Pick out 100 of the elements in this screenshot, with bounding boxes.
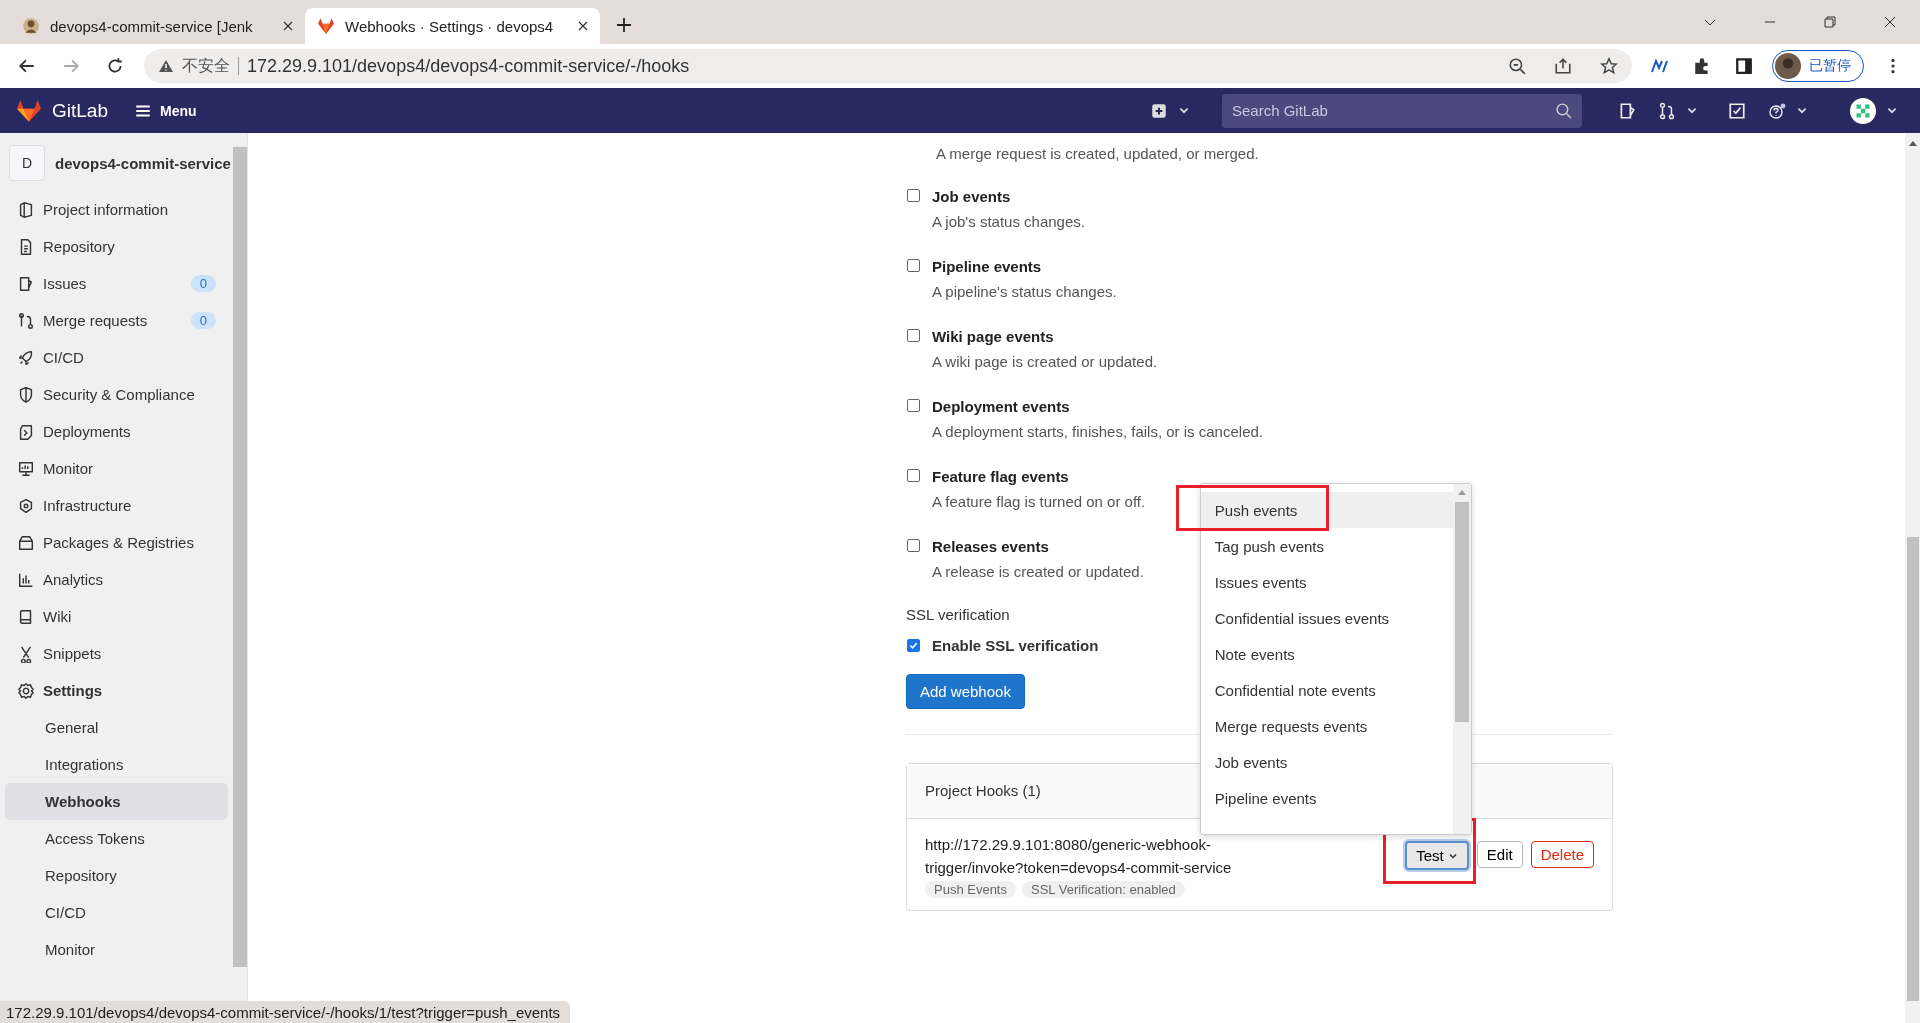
side-panel-icon[interactable]	[1734, 57, 1754, 75]
extension-logo-icon[interactable]	[1650, 57, 1670, 75]
hook-url: http://172.29.9.101:8080/generic-webhook-trigger/invoke?token=devops4-commit-service	[925, 835, 1233, 878]
sidebar-item[interactable]: CI/CD	[5, 339, 228, 376]
section-title: SSL verification	[906, 606, 1010, 623]
sidebar-item[interactable]: Deployments	[5, 413, 228, 450]
dropdown-item[interactable]: Push events	[1200, 492, 1453, 528]
event-label[interactable]: Deployment events	[932, 396, 1263, 417]
sidebar-subitem[interactable]: Webhooks	[5, 783, 228, 820]
close-tab-icon[interactable]	[578, 21, 588, 31]
project-name[interactable]: devops4-commit-service	[55, 154, 231, 172]
deployment-icon	[17, 422, 35, 441]
sidebar-item[interactable]: Monitor	[5, 450, 228, 487]
event-label[interactable]: Pipeline events	[932, 256, 1117, 277]
zoom-out-icon[interactable]	[1508, 57, 1526, 75]
sidebar-subitem[interactable]: Access Tokens	[5, 820, 228, 857]
dropdown-item[interactable]: Tag push events	[1200, 528, 1453, 564]
sidebar-subitem[interactable]: Integrations	[5, 746, 228, 783]
count-badge: 0	[190, 312, 216, 329]
add-webhook-button[interactable]: Add webhook	[906, 674, 1025, 709]
cloud-hex-icon	[17, 496, 35, 515]
sidebar-item[interactable]: Security & Compliance	[5, 376, 228, 413]
sidebar-item[interactable]: Packages & Registries	[5, 524, 228, 561]
dropdown-item[interactable]: Job events	[1200, 744, 1453, 780]
sidebar-item[interactable]: Repository	[5, 228, 228, 265]
restore-icon[interactable]	[1822, 14, 1838, 30]
card-title: Project Hooks (1)	[925, 782, 1041, 799]
close-icon[interactable]	[1882, 14, 1898, 30]
star-icon[interactable]	[1600, 57, 1618, 75]
help-icon[interactable]	[1768, 101, 1786, 120]
checkbox[interactable]	[907, 399, 920, 412]
project-avatar[interactable]: D	[9, 145, 45, 181]
tag: SSL Verification: enabled	[1022, 881, 1185, 898]
sidebar-item[interactable]: Wiki	[5, 598, 228, 635]
sidebar-subitem[interactable]: General	[5, 709, 228, 746]
checkbox-label[interactable]: Enable SSL verification	[932, 637, 1099, 654]
browser-tab[interactable]: Webhooks · Settings · devops4	[305, 8, 600, 44]
sidebar-item[interactable]: Analytics	[5, 561, 228, 598]
edit-button[interactable]: Edit	[1476, 841, 1523, 868]
merge-request-icon[interactable]	[1658, 101, 1676, 120]
avatar-icon[interactable]	[1850, 97, 1876, 124]
count-badge: 0	[190, 275, 216, 292]
sidebar-item[interactable]: Settings	[5, 672, 228, 709]
checkbox[interactable]	[907, 189, 920, 202]
close-tab-icon[interactable]	[283, 21, 293, 31]
sidebar-subitem[interactable]: CI/CD	[5, 894, 228, 931]
checkbox[interactable]	[907, 259, 920, 272]
dropdown-item[interactable]: Note events	[1200, 636, 1453, 672]
shield-icon	[17, 385, 35, 404]
sidebar-item[interactable]: Issues 0	[5, 265, 228, 302]
brand-name[interactable]: GitLab	[52, 99, 108, 122]
todo-check-icon[interactable]	[1728, 101, 1746, 120]
sidebar-item[interactable]: Project information	[5, 191, 228, 228]
fox-logo-icon[interactable]	[16, 98, 42, 123]
event-label[interactable]: Feature flag events	[932, 466, 1146, 487]
issue-icon	[17, 274, 35, 293]
event-label[interactable]: Job events	[932, 186, 1085, 207]
issue-icon[interactable]	[1618, 101, 1636, 120]
test-dropdown-button[interactable]: Test	[1405, 841, 1469, 870]
checkbox[interactable]	[907, 329, 920, 342]
scrollbar[interactable]	[1905, 133, 1920, 1023]
sidebar-item[interactable]: Snippets	[5, 635, 228, 672]
delete-button[interactable]: Delete	[1530, 841, 1594, 868]
share-icon[interactable]	[1554, 57, 1572, 75]
merge-request-icon	[17, 311, 35, 330]
search-field[interactable]: Search GitLab	[1222, 93, 1582, 128]
warning-icon	[158, 58, 174, 74]
menu-button[interactable]: Menu	[134, 101, 197, 120]
scrollbar[interactable]	[1452, 484, 1471, 834]
plus-square-icon[interactable]	[1150, 101, 1168, 120]
book-half-icon	[17, 200, 35, 219]
event-description: A release is created or updated.	[932, 562, 1144, 582]
reload-icon[interactable]	[106, 57, 124, 75]
checkbox[interactable]	[907, 539, 920, 552]
event-description: A deployment starts, finishes, fails, or is canceled.	[932, 422, 1263, 442]
event-label[interactable]: Releases events	[932, 536, 1144, 557]
browser-tab[interactable]: devops4-commit-service [Jenk	[10, 8, 305, 44]
event-description: A pipeline's status changes.	[932, 282, 1117, 302]
sidebar-subitem[interactable]: Repository	[5, 857, 228, 894]
rocket-icon	[17, 348, 35, 367]
checkbox[interactable]	[907, 639, 920, 652]
scroll-up-icon[interactable]	[1907, 139, 1918, 147]
sidebar-subitem[interactable]: Monitor	[5, 931, 228, 968]
checkbox[interactable]	[907, 469, 920, 482]
scrollbar-thumb[interactable]	[1454, 502, 1469, 722]
package-icon	[17, 533, 35, 552]
fox-logo-icon	[317, 17, 335, 35]
sidebar-item[interactable]: Infrastructure	[5, 487, 228, 524]
sidebar-item[interactable]: Merge requests 0	[5, 302, 228, 339]
event-description: A job's status changes.	[932, 212, 1085, 232]
dropdown-item[interactable]: Confidential note events	[1200, 672, 1453, 708]
event-label[interactable]: Wiki page events	[932, 326, 1158, 347]
dropdown-item[interactable]: Confidential issues events	[1200, 600, 1453, 636]
dropdown-item[interactable]: Issues events	[1200, 564, 1453, 600]
new-tab-icon[interactable]	[616, 17, 632, 33]
address-field[interactable]: 不安全 172.29.9.101/devops4/devops4-commit-service/-/hooks	[144, 49, 1632, 83]
back-icon[interactable]	[18, 57, 36, 75]
dropdown-item[interactable]: Pipeline events	[1200, 780, 1453, 816]
scrollbar-thumb[interactable]	[1906, 537, 1919, 1001]
dropdown-item[interactable]: Merge requests events	[1200, 708, 1453, 744]
